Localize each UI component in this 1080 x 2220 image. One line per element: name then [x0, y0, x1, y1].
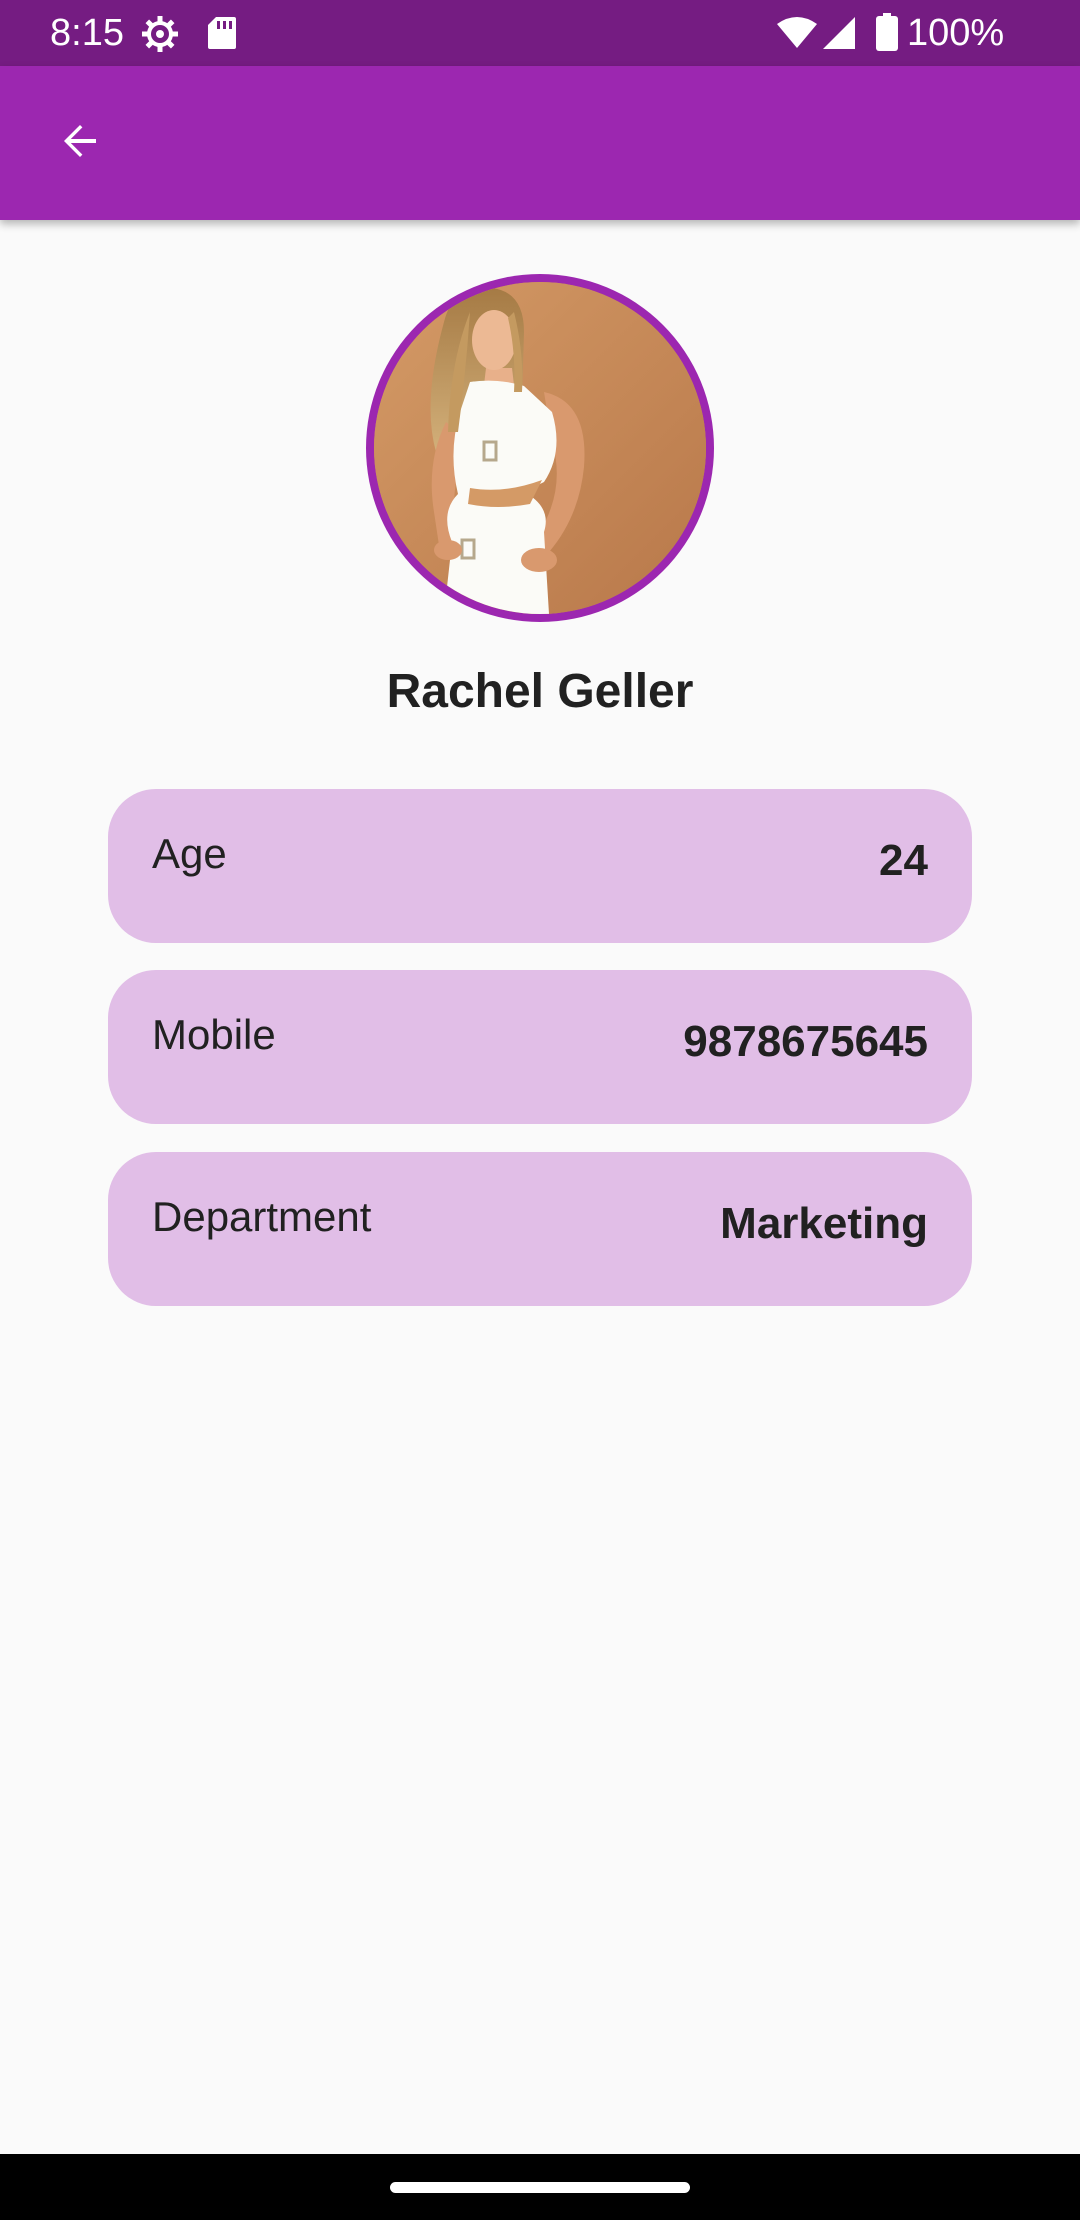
profile-photo: [374, 282, 706, 614]
mobile-label: Mobile: [152, 1011, 276, 1058]
status-time: 8:15: [50, 12, 124, 54]
mobile-value: 9878675645: [683, 1017, 928, 1066]
profile-screen: 8:15 100% Rachel Geller Age 24 Mobile 98…: [0, 0, 1080, 2220]
age-label: Age: [152, 830, 227, 877]
home-gesture-handle[interactable]: [390, 2182, 690, 2193]
sd-card-icon: [208, 17, 236, 49]
app-bar: [0, 66, 1080, 220]
cell-signal-icon: [823, 17, 855, 49]
battery-percent: 100%: [907, 12, 1005, 54]
age-value: 24: [879, 836, 928, 885]
avatar-ring: [366, 274, 714, 622]
status-bar: 8:15 100%: [0, 0, 1080, 66]
settings-gear-icon: [142, 16, 178, 52]
arrow-back-icon: [64, 125, 96, 157]
department-card: Department Marketing: [108, 1152, 972, 1306]
age-card: Age 24: [108, 789, 972, 943]
battery-icon: [876, 13, 898, 51]
profile-name: Rachel Geller: [386, 665, 694, 718]
system-navigation-bar: [0, 2154, 1080, 2220]
mobile-card: Mobile 9878675645: [108, 970, 972, 1124]
department-label: Department: [152, 1193, 372, 1240]
wifi-icon: [777, 17, 817, 48]
department-value: Marketing: [720, 1199, 928, 1248]
avatar[interactable]: [374, 282, 706, 614]
back-button[interactable]: [40, 101, 120, 181]
